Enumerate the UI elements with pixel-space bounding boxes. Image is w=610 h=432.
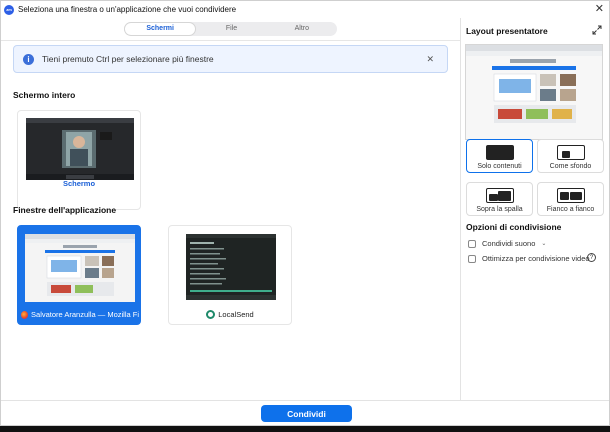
share-sound-row[interactable]: Condividi suono ⌄ [468, 239, 546, 248]
screen-card[interactable]: Schermo [17, 110, 141, 210]
side-by-side-icon [557, 188, 585, 203]
tab-file[interactable]: File [196, 22, 266, 36]
presenter-panel: Layout presentatore Solo contenuti Come … [460, 18, 609, 400]
info-banner: i Tieni premuto Ctrl per selezionare più… [13, 45, 448, 73]
dialog-footer: Condividi [1, 400, 609, 425]
firefox-card-label: Salvatore Aranzulla — Mozilla Firef... [31, 310, 139, 319]
screen-preview-thumbnail [26, 118, 134, 180]
over-shoulder-icon [486, 188, 514, 203]
presenter-layout-preview [465, 44, 603, 140]
layout-option-come-sfondo[interactable]: Come sfondo [537, 139, 604, 173]
background-layout-icon [557, 145, 585, 160]
title-bar: zm Seleziona una finestra o un'applicazi… [1, 1, 609, 18]
share-button[interactable]: Condividi [261, 405, 352, 422]
info-icon: i [23, 53, 34, 65]
localsend-card-row: LocalSend [169, 310, 291, 319]
sharing-options-title: Opzioni di condivisione [466, 222, 562, 232]
content-only-icon [486, 145, 514, 160]
info-close-icon[interactable]: ✕ [426, 54, 434, 65]
zoom-app-icon: zm [4, 4, 14, 15]
window-title: Seleziona una finestra o un'applicazione… [18, 5, 237, 14]
optimize-video-row[interactable]: Ottimizza per condivisione video [468, 254, 590, 263]
app-card-localsend[interactable]: LocalSend [168, 225, 292, 325]
layout-option-label: Solo contenuti [477, 163, 522, 170]
screen-card-label: Schermo [62, 179, 96, 188]
layout-option-label: Fianco a fianco [546, 206, 595, 213]
optimize-video-label: Ottimizza per condivisione video [482, 254, 590, 263]
share-sound-checkbox[interactable] [468, 239, 476, 248]
layout-option-sopra-la-spalla[interactable]: Sopra la spalla [466, 182, 533, 216]
optimize-video-checkbox[interactable] [468, 254, 476, 263]
chevron-down-icon[interactable]: ⌄ [541, 240, 546, 247]
layout-option-label: Come sfondo [549, 163, 592, 170]
expand-icon[interactable] [592, 25, 602, 35]
share-source-panel: Schermi File Altro i Tieni premuto Ctrl … [1, 18, 460, 400]
source-tabs: Schermi File Altro [124, 22, 337, 36]
firefox-window-thumbnail [25, 234, 135, 302]
close-icon[interactable]: ✕ [595, 3, 604, 15]
localsend-icon [206, 310, 216, 319]
app-card-firefox[interactable]: Salvatore Aranzulla — Mozilla Firef... [17, 225, 141, 325]
screen-section-title: Schermo intero [13, 90, 76, 100]
layout-option-fianco-a-fianco[interactable]: Fianco a fianco [537, 182, 604, 216]
info-text: Tieni premuto Ctrl per selezionare più f… [42, 54, 214, 64]
apps-section-title: Finestre dell'applicazione [13, 205, 117, 215]
share-dialog-window: zm Seleziona una finestra o un'applicazi… [0, 0, 610, 426]
help-icon[interactable]: ? [587, 253, 596, 262]
tab-schermi[interactable]: Schermi [124, 22, 197, 36]
layout-option-solo-contenuti[interactable]: Solo contenuti [466, 139, 533, 173]
share-sound-label: Condividi suono [482, 239, 536, 248]
tab-altro[interactable]: Altro [267, 22, 337, 36]
presenter-layout-title: Layout presentatore [466, 26, 548, 36]
taskbar-strip [0, 426, 610, 432]
localsend-card-label: LocalSend [218, 310, 254, 319]
tabs-divider [1, 40, 460, 41]
localsend-window-thumbnail [186, 234, 276, 300]
firefox-card-row: Salvatore Aranzulla — Mozilla Firef... [21, 310, 139, 319]
firefox-icon [21, 310, 29, 319]
layout-option-label: Sopra la spalla [476, 206, 523, 213]
